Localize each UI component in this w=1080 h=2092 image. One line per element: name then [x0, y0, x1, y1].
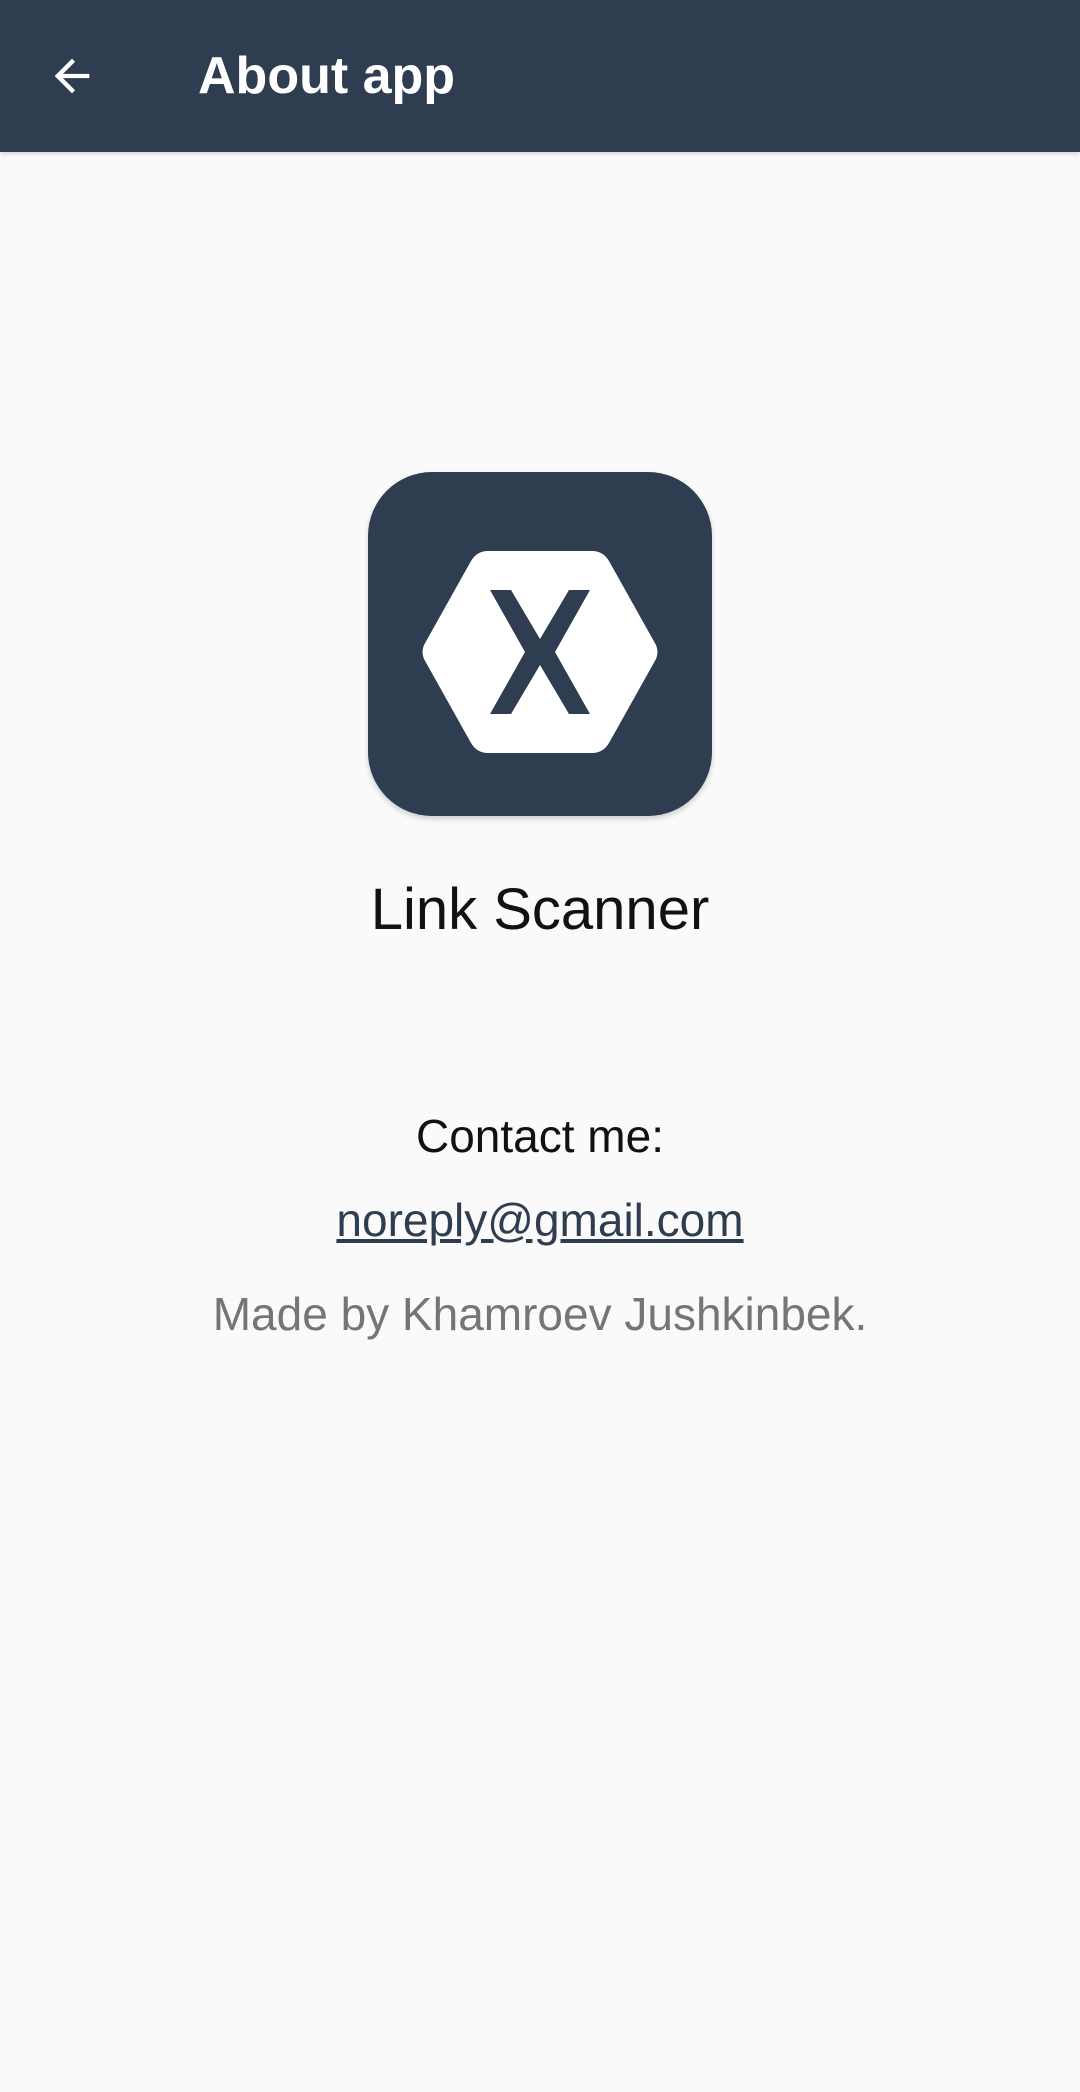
- credits-text: Made by Khamroev Jushkinbek.: [212, 1288, 868, 1340]
- app-logo: [368, 472, 712, 816]
- page-title: About app: [198, 47, 456, 105]
- contact-label: Contact me:: [416, 1110, 664, 1162]
- about-content: Link Scanner Contact me: noreply@gmail.c…: [0, 152, 1080, 2092]
- contact-email-row: noreply@gmail.com: [0, 1192, 1080, 1248]
- contact-email-link[interactable]: noreply@gmail.com: [336, 1194, 743, 1246]
- arrow-left-icon: [54, 58, 90, 94]
- back-button[interactable]: [30, 34, 114, 118]
- xamarin-hexagon-x-icon: [422, 551, 658, 753]
- app-name: Link Scanner: [370, 877, 710, 942]
- app-bar: About app: [0, 0, 1080, 152]
